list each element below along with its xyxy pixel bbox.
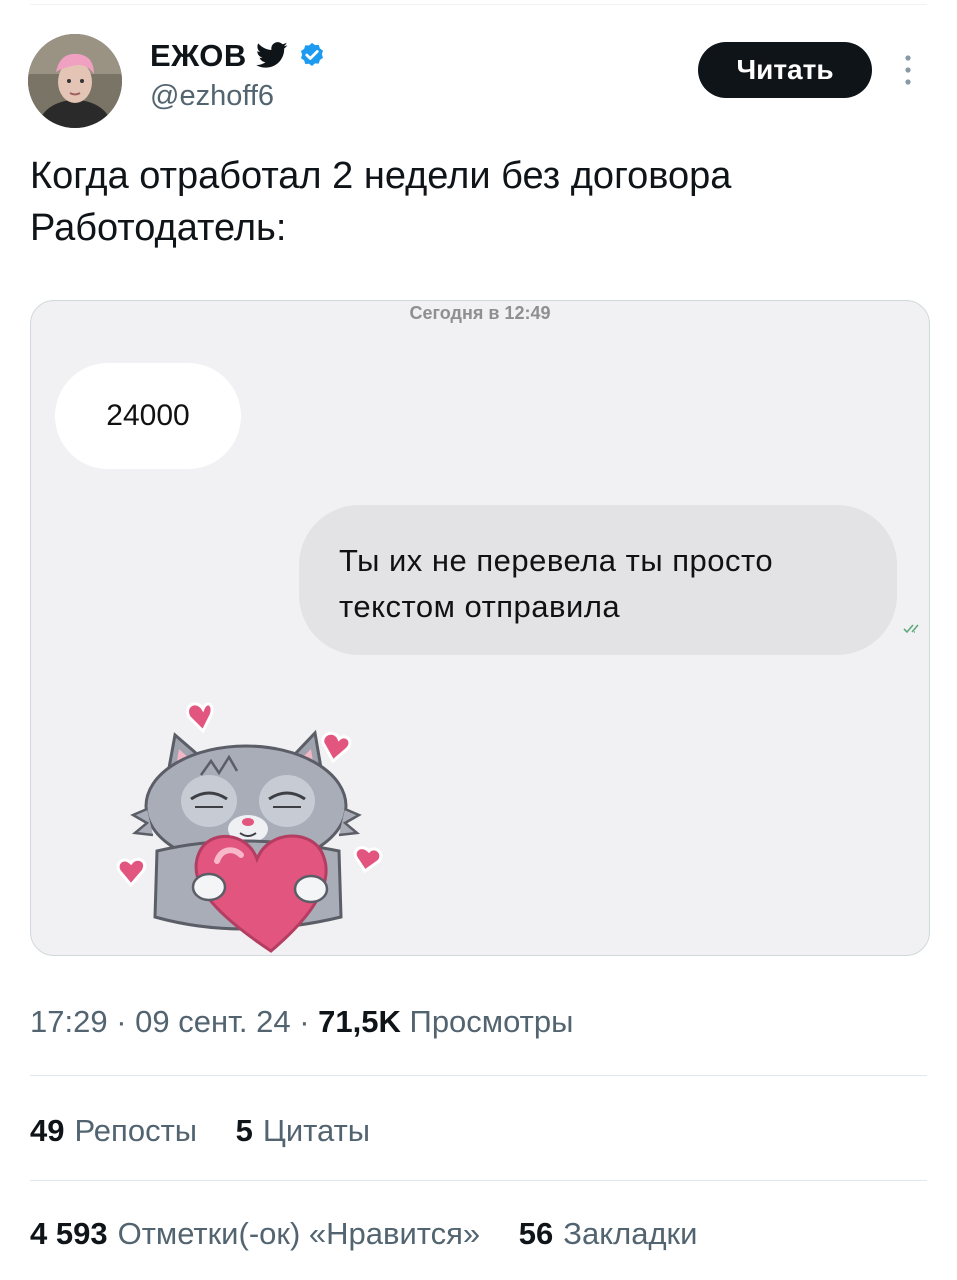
incoming-message-bubble: 24000 xyxy=(55,363,241,469)
follow-button[interactable]: Читать xyxy=(698,42,872,98)
divider xyxy=(30,1180,927,1181)
tweet-media[interactable]: Сегодня в 12:49 24000 Ты их не перевела … xyxy=(30,300,930,956)
likes-stat[interactable]: 4 593 Отметки(-ок) «Нравится» xyxy=(30,1216,480,1251)
reposts-label: Репосты xyxy=(74,1113,198,1148)
tweet-text-line: Работодатель: xyxy=(30,207,287,249)
author-handle[interactable]: @ezhoff6 xyxy=(150,80,274,113)
tweet-meta: 17:29 · 09 сент. 24 · 71,5K Просмотры xyxy=(30,1004,573,1040)
bookmarks-stat[interactable]: 56 Закладки xyxy=(519,1216,698,1251)
reposts-stat[interactable]: 49 Репосты xyxy=(30,1113,197,1148)
author-name-row: ЕЖОВ xyxy=(150,38,327,74)
cat-heart-sticker xyxy=(116,702,383,953)
chat-date-label: Сегодня в 12:49 xyxy=(409,303,551,323)
avatar-photo xyxy=(28,34,122,128)
likes-label: Отметки(-ок) «Нравится» xyxy=(117,1216,481,1251)
author-name[interactable]: ЕЖОВ xyxy=(150,38,247,74)
tweet-text-line: Когда отработал 2 недели без договора xyxy=(30,155,732,197)
meta-separator: · xyxy=(299,1004,310,1039)
double-check-icon xyxy=(903,624,919,634)
bookmarks-count: 56 xyxy=(518,1216,554,1251)
outgoing-message-line: Ты их не перевела ты просто xyxy=(339,543,774,578)
bookmarks-label: Закладки xyxy=(563,1216,698,1251)
views-count: 71,5K xyxy=(318,1004,401,1039)
quotes-label: Цитаты xyxy=(262,1113,371,1148)
quotes-stat[interactable]: 5 Цитаты xyxy=(236,1113,370,1148)
avatar[interactable] xyxy=(28,34,122,128)
reposts-count: 49 xyxy=(30,1113,65,1148)
incoming-message-text: 24000 xyxy=(106,399,190,432)
top-divider xyxy=(30,4,927,5)
engagement-row-1: 49 Репосты 5 Цитаты xyxy=(30,1113,400,1149)
outgoing-message-bubble: Ты их не перевела ты просто текстом отпр… xyxy=(299,505,897,655)
engagement-row-2: 4 593 Отметки(-ок) «Нравится» 56 Закладки xyxy=(30,1216,727,1252)
likes-count: 4 593 xyxy=(30,1216,108,1251)
verified-badge-icon xyxy=(300,42,323,66)
quotes-count: 5 xyxy=(235,1113,253,1148)
tweet-text: Когда отработал 2 недели без договора Ра… xyxy=(30,150,920,254)
more-vertical-icon[interactable] xyxy=(896,50,920,90)
divider xyxy=(30,1075,927,1076)
tweet-time[interactable]: 17:29 xyxy=(30,1004,108,1039)
views-label: Просмотры xyxy=(409,1004,574,1039)
meta-separator: · xyxy=(116,1004,127,1039)
outgoing-message-line: текстом отправила xyxy=(339,589,621,624)
tweet-date[interactable]: 09 сент. 24 xyxy=(135,1004,290,1039)
bird-icon xyxy=(255,42,288,68)
